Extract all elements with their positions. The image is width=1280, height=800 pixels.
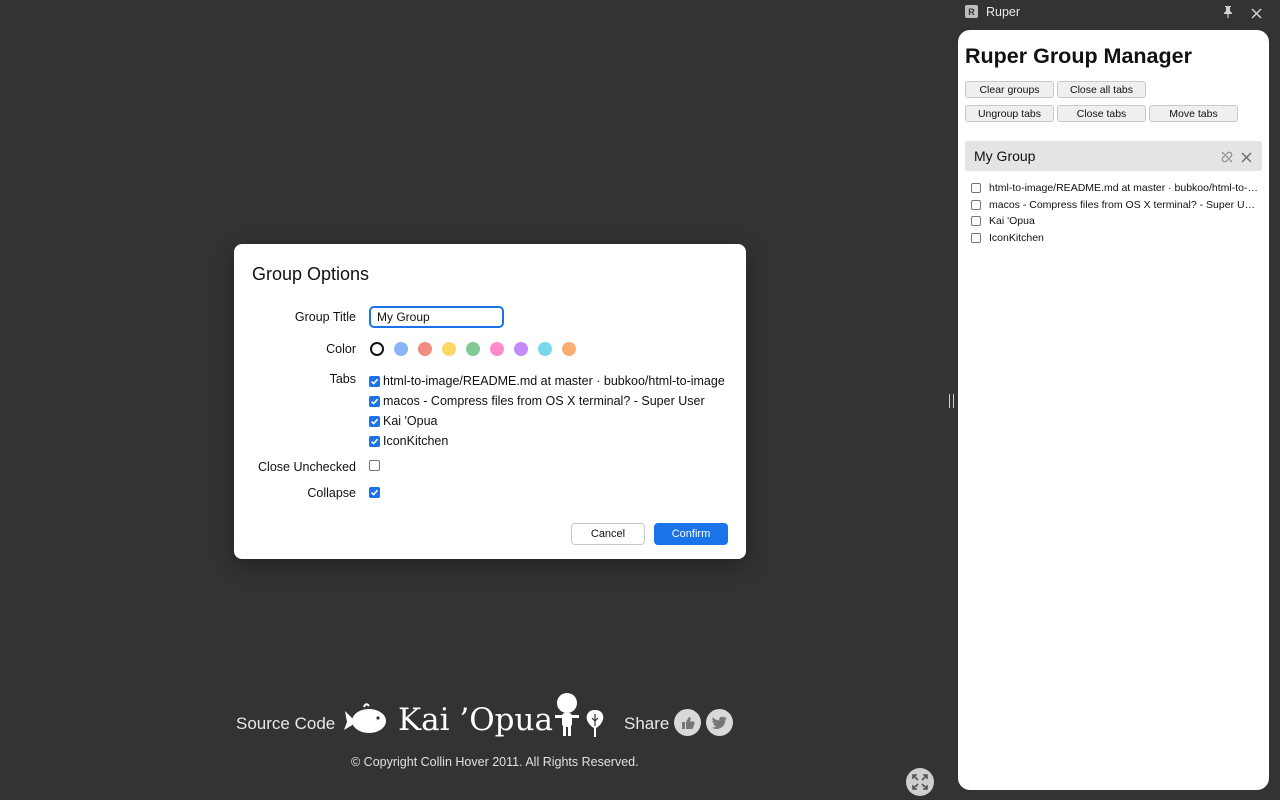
dialog-tab-list: html-to-image/README.md at master · bubk… (369, 371, 725, 451)
group-tab-checkbox[interactable] (971, 216, 981, 227)
close-unchecked-checkbox[interactable] (369, 460, 380, 471)
group-tab-title: Kai 'Opua (989, 215, 1035, 228)
color-swatch[interactable] (370, 342, 384, 356)
twitter-bird-icon[interactable] (706, 709, 733, 736)
tabs-label: Tabs (329, 372, 356, 386)
group-manager-panel: Ruper Group Manager Clear groups Close a… (958, 30, 1269, 790)
tab-title: html-to-image/README.md at master · bubk… (383, 374, 725, 388)
color-swatch[interactable] (562, 342, 576, 356)
color-swatch[interactable] (514, 342, 528, 356)
color-swatch[interactable] (442, 342, 456, 356)
group-tab-item[interactable]: html-to-image/README.md at master · bubk… (971, 180, 1261, 197)
tab-title: Kai 'Opua (383, 414, 438, 428)
pin-icon[interactable] (1223, 5, 1233, 23)
collapse-label: Collapse (307, 486, 356, 500)
source-code-link[interactable]: Source Code (236, 714, 335, 734)
main-page: Source Code Kai ’Opua Share © Copyright … (0, 0, 943, 800)
tab-title: IconKitchen (383, 434, 449, 448)
group-tab-item[interactable]: IconKitchen (971, 230, 1261, 247)
group-name[interactable]: My Group (974, 148, 1035, 164)
brand-title[interactable]: Kai ’Opua (398, 702, 553, 738)
move-tabs-button[interactable]: Move tabs (1149, 105, 1238, 122)
fullscreen-button[interactable] (906, 768, 934, 796)
group-title-input[interactable] (369, 306, 504, 328)
tab-checkbox[interactable] (369, 375, 380, 387)
panel-heading: Ruper Group Manager (965, 44, 1192, 68)
color-swatch[interactable] (466, 342, 480, 356)
copyright-text: © Copyright Collin Hover 2011. All Right… (351, 755, 639, 769)
expand-icon (912, 774, 928, 790)
group-tab-title: IconKitchen (989, 231, 1044, 244)
group-tab-item[interactable]: macos - Compress files from OS X termina… (971, 197, 1261, 214)
side-panel-header: R Ruper (958, 0, 1280, 26)
group-tab-title: html-to-image/README.md at master · bubk… (989, 182, 1259, 195)
tab-title: macos - Compress files from OS X termina… (383, 394, 705, 408)
color-swatch[interactable] (538, 342, 552, 356)
color-swatch[interactable] (490, 342, 504, 356)
confirm-button[interactable]: Confirm (654, 523, 728, 545)
tab-checkbox[interactable] (369, 435, 380, 447)
tree-logo-icon (584, 708, 606, 743)
color-swatch[interactable] (418, 342, 432, 356)
ruper-app-icon: R (965, 5, 978, 18)
tab-checkbox[interactable] (369, 395, 380, 407)
close-icon[interactable] (1251, 6, 1262, 24)
color-picker (370, 342, 576, 356)
group-tab-item[interactable]: Kai 'Opua (971, 213, 1261, 230)
clear-groups-button[interactable]: Clear groups (965, 81, 1054, 98)
side-panel-title: Ruper (986, 5, 1021, 19)
dialog-tab-item[interactable]: html-to-image/README.md at master · bubk… (369, 371, 725, 391)
share-label: Share (624, 714, 670, 733)
dialog-tab-item[interactable]: Kai 'Opua (369, 411, 725, 431)
dialog-title: Group Options (252, 264, 370, 284)
collapse-checkbox[interactable] (369, 487, 380, 498)
dialog-tab-item[interactable]: macos - Compress files from OS X termina… (369, 391, 725, 411)
ungroup-tabs-button[interactable]: Ungroup tabs (965, 105, 1054, 122)
cancel-button[interactable]: Cancel (571, 523, 645, 545)
whale-logo-icon[interactable] (344, 702, 388, 741)
group-tab-title: macos - Compress files from OS X termina… (989, 198, 1259, 211)
site-footer: Source Code Kai ’Opua Share (236, 690, 756, 760)
unlink-icon[interactable] (1221, 150, 1233, 168)
facebook-like-icon[interactable] (674, 709, 701, 736)
close-group-icon[interactable] (1241, 150, 1252, 168)
dialog-tab-item[interactable]: IconKitchen (369, 431, 725, 451)
color-swatch[interactable] (394, 342, 408, 356)
group-tab-checkbox[interactable] (971, 183, 981, 194)
close-all-tabs-button[interactable]: Close all tabs (1057, 81, 1146, 98)
group-options-dialog: Group Options Group Title Color Tabs htm… (234, 244, 746, 559)
tab-checkbox[interactable] (369, 415, 380, 427)
close-tabs-button[interactable]: Close tabs (1057, 105, 1146, 122)
group-tab-checkbox[interactable] (971, 232, 981, 243)
color-label: Color (326, 342, 356, 356)
group-header[interactable]: My Group (965, 141, 1262, 171)
group-title-label: Group Title (294, 310, 356, 324)
group-tab-checkbox[interactable] (971, 199, 981, 210)
close-unchecked-label: Close Unchecked (258, 460, 356, 474)
character-logo-icon (552, 692, 582, 743)
group-tab-list: html-to-image/README.md at master · bubk… (971, 180, 1261, 246)
resize-grip-icon[interactable] (949, 394, 954, 408)
